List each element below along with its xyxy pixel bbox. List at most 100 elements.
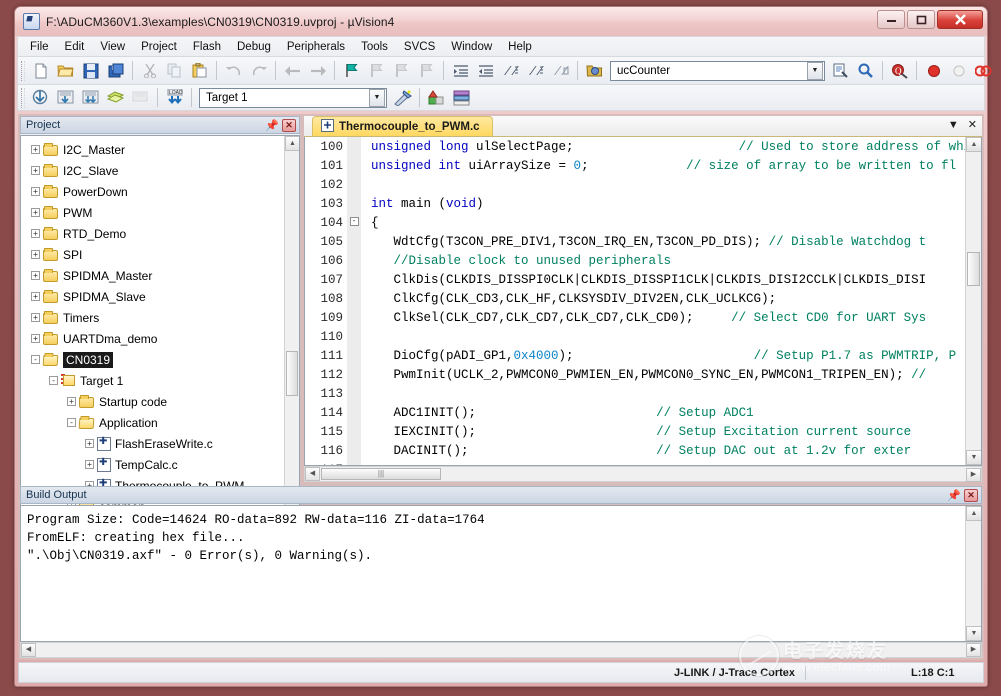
translate-icon[interactable]	[29, 86, 52, 109]
fold-gutter[interactable]	[347, 441, 361, 460]
close-icon[interactable]: ✕	[968, 118, 977, 131]
tree-item-uartdma-demo[interactable]: +UARTDma_demo	[21, 328, 284, 349]
tree-item-startup-code[interactable]: +Startup code	[21, 391, 284, 412]
tree-item-application[interactable]: -Application	[21, 412, 284, 433]
bookmark-toggle-icon[interactable]	[340, 59, 363, 82]
fold-gutter[interactable]	[347, 289, 361, 308]
cut-icon[interactable]	[138, 59, 161, 82]
fold-gutter[interactable]	[347, 365, 361, 384]
code-horizontal-scrollbar[interactable]: ◀ ||| ▶	[304, 466, 982, 482]
tree-item-powerdown[interactable]: +PowerDown	[21, 181, 284, 202]
paste-icon[interactable]	[188, 59, 211, 82]
navigate-back-icon[interactable]	[281, 59, 304, 82]
code-line[interactable]: 103int main (void)	[305, 194, 965, 213]
expander-plus-icon[interactable]: +	[31, 271, 40, 280]
code-line[interactable]: 104-{	[305, 213, 965, 232]
expander-minus-icon[interactable]: -	[31, 355, 40, 364]
scroll-up-arrow[interactable]: ▲	[966, 137, 982, 152]
code-vertical-scrollbar[interactable]: ▲ ▼	[965, 137, 981, 465]
breakpoint-insert-icon[interactable]	[922, 59, 945, 82]
fold-gutter[interactable]	[347, 403, 361, 422]
open-file-icon[interactable]	[54, 59, 77, 82]
expander-plus-icon[interactable]: +	[85, 439, 94, 448]
find-symbol-combo[interactable]: ucCounter ▼	[610, 61, 825, 81]
tree-item-timers[interactable]: +Timers	[21, 307, 284, 328]
menu-item-svcs[interactable]: SVCS	[396, 38, 443, 56]
code-line[interactable]: 112 PwmInit(UCLK_2,PWMCON0_PWMIEN_EN,PWM…	[305, 365, 965, 384]
comment-icon[interactable]: //	[499, 59, 522, 82]
scroll-thumb[interactable]: |||	[321, 468, 441, 480]
expander-plus-icon[interactable]: +	[31, 334, 40, 343]
code-line[interactable]: 101unsigned int uiArraySize = 0; // size…	[305, 156, 965, 175]
new-file-icon[interactable]	[29, 59, 52, 82]
close-button[interactable]	[937, 10, 983, 29]
expander-plus-icon[interactable]: +	[31, 187, 40, 196]
expander-minus-icon[interactable]: -	[67, 418, 76, 427]
fold-gutter[interactable]	[347, 156, 361, 175]
editor-tab-thermocouple-to-pwm-c[interactable]: Thermocouple_to_PWM.c	[312, 116, 493, 136]
expander-plus-icon[interactable]: +	[31, 229, 40, 238]
close-icon[interactable]: ✕	[282, 119, 296, 132]
magnifier-icon[interactable]: Q	[888, 59, 911, 82]
rebuild-all-icon[interactable]	[79, 86, 102, 109]
fold-gutter[interactable]	[347, 327, 361, 346]
bookmark-prev-icon[interactable]	[365, 59, 388, 82]
expander-plus-icon[interactable]: +	[31, 208, 40, 217]
chevron-down-icon[interactable]: ▼	[807, 62, 823, 80]
manage-components-icon[interactable]	[425, 86, 448, 109]
breakpoint-kill-all-icon[interactable]	[972, 59, 995, 82]
menu-item-peripherals[interactable]: Peripherals	[279, 38, 353, 56]
save-all-icon[interactable]	[104, 59, 127, 82]
tree-item-i2c-slave[interactable]: +I2C_Slave	[21, 160, 284, 181]
batch-build-icon[interactable]	[104, 86, 127, 109]
menu-item-debug[interactable]: Debug	[229, 38, 279, 56]
download-icon[interactable]: LOAD	[163, 86, 186, 109]
fold-gutter[interactable]	[347, 194, 361, 213]
code-line[interactable]: 107 ClkDis(CLKDIS_DISSPI0CLK|CLKDIS_DISS…	[305, 270, 965, 289]
menu-item-project[interactable]: Project	[133, 38, 185, 56]
chevron-down-icon[interactable]: ▼	[369, 89, 385, 107]
tree-item-flasherasewrite-c[interactable]: +FlashEraseWrite.c	[21, 433, 284, 454]
scroll-thumb[interactable]	[286, 351, 298, 396]
fold-gutter[interactable]	[347, 270, 361, 289]
expander-plus-icon[interactable]: +	[31, 292, 40, 301]
menu-item-flash[interactable]: Flash	[185, 38, 229, 56]
expander-plus-icon[interactable]: +	[31, 250, 40, 259]
close-icon[interactable]: ✕	[964, 489, 978, 502]
fold-gutter[interactable]	[347, 384, 361, 403]
code-line[interactable]: 102	[305, 175, 965, 194]
chevron-down-icon[interactable]: ▼	[948, 119, 959, 131]
code-line[interactable]: 117	[305, 460, 965, 465]
code-line[interactable]: 105 WdtCfg(T3CON_PRE_DIV1,T3CON_IRQ_EN,T…	[305, 232, 965, 251]
open-browse-icon[interactable]	[583, 59, 606, 82]
fold-toggle-icon[interactable]: -	[350, 217, 359, 226]
build-horizontal-scrollbar[interactable]: ◀ ▶	[20, 642, 982, 658]
fold-gutter[interactable]	[347, 137, 361, 156]
fold-gutter[interactable]	[347, 460, 361, 465]
breakpoint-disable-icon[interactable]	[947, 59, 970, 82]
scroll-left-arrow[interactable]: ◀	[305, 467, 320, 481]
manage-multi-project-icon[interactable]	[450, 86, 473, 109]
expander-plus-icon[interactable]: +	[31, 313, 40, 322]
toolbar-grip[interactable]	[21, 61, 25, 81]
fold-gutter[interactable]	[347, 308, 361, 327]
tree-item-cn0319[interactable]: -CN0319	[21, 349, 284, 370]
code-line[interactable]: 114 ADC1INIT(); // Setup ADC1	[305, 403, 965, 422]
code-line[interactable]: 110	[305, 327, 965, 346]
expander-plus-icon[interactable]: +	[31, 166, 40, 175]
tree-item-rtd-demo[interactable]: +RTD_Demo	[21, 223, 284, 244]
build-target-icon[interactable]	[54, 86, 77, 109]
code-line[interactable]: 116 DACINIT(); // Setup DAC out at 1.2v …	[305, 441, 965, 460]
scroll-up-arrow[interactable]: ▲	[966, 506, 982, 521]
fold-gutter[interactable]	[347, 422, 361, 441]
menu-item-view[interactable]: View	[92, 38, 133, 56]
fold-gutter[interactable]: -	[347, 213, 361, 232]
menu-item-window[interactable]: Window	[443, 38, 500, 56]
bookmark-clear-icon[interactable]	[415, 59, 438, 82]
code-line[interactable]: 109 ClkSel(CLK_CD7,CLK_CD7,CLK_CD7,CLK_C…	[305, 308, 965, 327]
scroll-up-arrow[interactable]: ▲	[285, 136, 300, 151]
expander-minus-icon[interactable]: -	[49, 376, 58, 385]
target-select[interactable]: Target 1 ▼	[199, 88, 387, 108]
scroll-down-arrow[interactable]: ▼	[966, 626, 982, 641]
code-line[interactable]: 100unsigned long ulSelectPage; // Used t…	[305, 137, 965, 156]
